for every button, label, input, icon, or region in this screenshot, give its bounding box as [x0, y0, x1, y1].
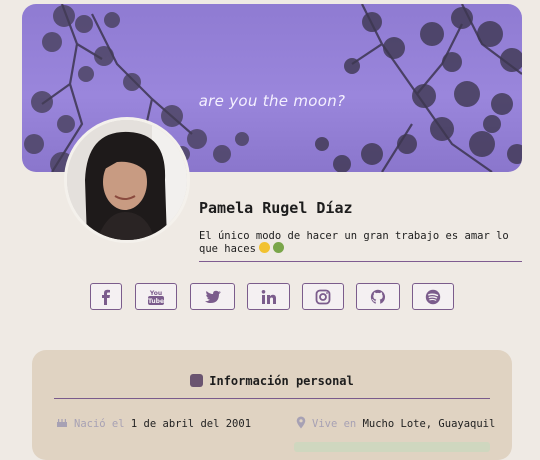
personal-info-card: Información personal Nació el 1 de abril…	[32, 350, 512, 460]
twitter-icon	[204, 290, 221, 303]
youtube-link[interactable]: You Tube	[135, 283, 177, 310]
github-icon	[370, 289, 386, 304]
avatar	[64, 117, 190, 243]
svg-text:Tube: Tube	[148, 298, 164, 305]
linkedin-link[interactable]	[247, 283, 290, 310]
twitter-link[interactable]	[190, 283, 235, 310]
moon-icon	[284, 24, 311, 54]
personal-info-title: Información personal	[209, 374, 354, 388]
smile-emoji-icon	[258, 242, 270, 253]
personal-info-heading: Información personal	[32, 374, 512, 388]
facebook-link[interactable]	[90, 283, 122, 310]
detective-emoji-icon	[190, 374, 204, 387]
svg-text:You: You	[149, 290, 162, 297]
instagram-icon	[315, 289, 331, 304]
facebook-icon	[102, 289, 110, 305]
youtube-icon: You Tube	[148, 290, 164, 305]
location-info: Vive en Mucho Lote, Guayaquil	[296, 416, 495, 430]
instagram-link[interactable]	[302, 283, 344, 310]
banner-caption: are you the moon?	[198, 92, 346, 110]
linkedin-icon	[261, 289, 276, 304]
map-preview[interactable]	[294, 442, 490, 452]
profile-quote-text: El único modo de hacer un gran trabajo e…	[199, 230, 509, 255]
divider	[54, 398, 490, 399]
location-value: Mucho Lote, Guayaquil	[362, 418, 496, 430]
map-marker-icon	[296, 416, 306, 429]
profile-name: Pamela Rugel Díaz	[199, 199, 353, 217]
location-prefix: Vive en	[312, 418, 363, 430]
spotify-link[interactable]	[412, 283, 454, 310]
plant-emoji-icon	[272, 242, 284, 253]
birth-info: Nació el 1 de abril del 2001	[56, 416, 251, 430]
birthday-cake-icon	[57, 419, 67, 427]
profile-quote: El único modo de hacer un gran trabajo e…	[199, 230, 522, 262]
spotify-icon	[425, 289, 441, 304]
github-link[interactable]	[356, 283, 400, 310]
birth-prefix: Nació el	[74, 418, 131, 430]
birth-date: 1 de abril del 2001	[130, 418, 252, 430]
